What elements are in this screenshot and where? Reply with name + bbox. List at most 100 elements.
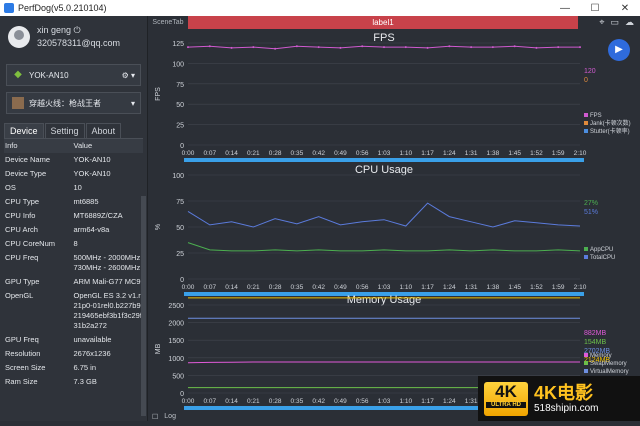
x-tick-label: 1:03: [378, 398, 391, 405]
x-tick-label: 0:35: [291, 398, 304, 405]
x-tick-label: 1:10: [399, 150, 412, 157]
row-key: Device Type: [5, 169, 47, 178]
user-name: xin geng: [37, 25, 72, 35]
data-point: [470, 46, 473, 49]
label-tab[interactable]: label1: [188, 16, 578, 29]
x-tick-label: 1:52: [530, 284, 543, 291]
x-tick-label: 0:21: [247, 398, 260, 405]
cloud-icon[interactable]: ☁: [625, 17, 634, 28]
x-tick-label: 0:49: [334, 398, 347, 405]
x-tick-label: 0:14: [225, 398, 238, 405]
data-point: [295, 45, 298, 48]
x-tick-label: 1:10: [399, 398, 412, 405]
row-key: Device Name: [5, 155, 51, 164]
chevron-down-icon: ▾: [130, 98, 135, 108]
row-value: 7.3 GB: [73, 377, 97, 386]
y-tick-label: 0: [180, 277, 184, 284]
x-tick-label: 1:31: [465, 398, 478, 405]
close-button[interactable]: ✕: [610, 3, 640, 14]
app-icon-game: [12, 97, 24, 109]
x-tick-label: 0:42: [312, 398, 325, 405]
charts-area: FPS FPS 0 25 50 75 100 125 0:00 0:07 0:14 0:21 0:28 0…: [155, 32, 631, 410]
sidebar: xin geng ⏻ 320578311@qq.com ◆ YOK-AN10 ⚙…: [0, 16, 148, 421]
window-title: PerfDog(v5.0.210104): [18, 3, 107, 13]
user-email: 320578311@qq.com: [37, 38, 121, 48]
folder-icon[interactable]: ▭: [610, 17, 619, 28]
bottom-bar: ☐ Log: [152, 413, 176, 421]
row-key: CPU Info: [5, 211, 36, 220]
table-row: Device Type YOK-AN10: [4, 167, 143, 181]
legend-entry: Jank(卡顿次数): [590, 119, 631, 127]
header-info: Info: [5, 141, 18, 150]
table-row: Resolution 2676x1236: [4, 347, 143, 361]
legend-swatch: [584, 361, 588, 365]
location-icon[interactable]: ⌖: [599, 17, 604, 28]
y-axis-label: %: [155, 224, 162, 230]
row-key: CPU Freq: [5, 253, 39, 262]
data-point: [339, 46, 342, 49]
row-key: GPU Type: [5, 277, 40, 286]
legend-swatch: [584, 247, 588, 251]
info-scrollbar[interactable]: [141, 196, 146, 416]
x-tick-label: 0:14: [225, 284, 238, 291]
x-tick-label: 0:21: [247, 284, 260, 291]
y-tick-label: 1000: [168, 356, 184, 363]
side-tabs: Device Setting About: [4, 123, 143, 138]
row-value: 2676x1236: [73, 349, 111, 358]
y-tick-label: 25: [176, 251, 184, 258]
scene-tab[interactable]: SceneTab: [148, 19, 188, 26]
tab-device[interactable]: Device: [4, 123, 44, 138]
log-label[interactable]: Log: [164, 413, 176, 421]
chart-title: FPS: [373, 32, 394, 44]
x-tick-label: 0:42: [312, 150, 325, 157]
data-point: [208, 45, 211, 48]
device-select[interactable]: ◆ YOK-AN10 ⚙ ▾: [6, 64, 141, 86]
watermark-4k: 4K: [495, 381, 517, 401]
x-tick-label: 2:10: [574, 284, 587, 291]
row-key: OS: [5, 183, 16, 192]
watermark-text: 4K电影: [534, 383, 594, 403]
minimize-button[interactable]: —: [550, 3, 580, 14]
x-tick-label: 1:10: [399, 284, 412, 291]
maximize-button[interactable]: ☐: [580, 3, 610, 14]
avatar[interactable]: [8, 26, 30, 48]
power-icon[interactable]: ⏻: [74, 25, 81, 35]
x-tick-label: 0:00: [182, 150, 195, 157]
value-readout: 154MB: [584, 339, 607, 346]
x-tick-label: 0:00: [182, 284, 195, 291]
table-row: CPU Type mt6885: [4, 195, 143, 209]
main-panel: SceneTab label1 ⌖ ▭ ☁ FPS FPS 0 25 50 75 100 12…: [148, 16, 640, 421]
row-value: MT6889Z/CZA: [73, 211, 123, 220]
legend-entry: FPS: [590, 113, 602, 119]
time-range-bar[interactable]: [184, 158, 584, 162]
data-point: [404, 46, 407, 49]
row-value: 10: [73, 183, 82, 192]
x-tick-label: 1:24: [443, 150, 456, 157]
tab-about[interactable]: About: [85, 123, 122, 138]
x-tick-label: 2:10: [574, 150, 587, 157]
x-tick-label: 1:38: [487, 284, 500, 291]
play-button[interactable]: ▶: [608, 39, 630, 61]
table-row: CPU CoreNum 8: [4, 237, 143, 251]
value-readout: 120: [584, 68, 596, 75]
device-name-label: YOK-AN10: [29, 70, 69, 80]
x-tick-label: 1:45: [508, 150, 521, 157]
y-tick-label: 1500: [168, 338, 184, 345]
checkbox-icon[interactable]: ☐: [152, 413, 158, 421]
x-tick-label: 0:49: [334, 284, 347, 291]
info-table: Info Value Device Name YOK-AN10 Device Typ…: [4, 138, 143, 389]
user-panel: xin geng ⏻ 320578311@qq.com: [0, 16, 147, 58]
data-point: [513, 45, 516, 48]
legend-swatch: [584, 255, 588, 259]
legend-entry: AppCPU: [590, 247, 613, 253]
series-line: [187, 242, 581, 252]
tab-setting[interactable]: Setting: [44, 123, 85, 138]
y-tick-label: 75: [176, 199, 184, 206]
app-select[interactable]: 穿越火线：枪战王者 ▾: [6, 92, 141, 114]
data-point: [274, 47, 277, 50]
x-tick-label: 0:14: [225, 150, 238, 157]
y-tick-label: 100: [172, 61, 184, 68]
row-key: Resolution: [5, 349, 41, 358]
x-tick-label: 0:35: [291, 284, 304, 291]
x-tick-label: 1:24: [443, 284, 456, 291]
